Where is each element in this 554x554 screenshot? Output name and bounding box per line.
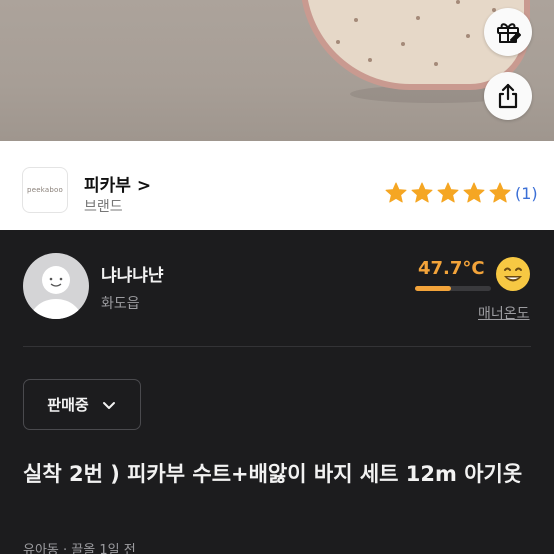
manner-temperature-link[interactable]: 매너온도 <box>478 303 530 323</box>
seller-avatar[interactable] <box>23 253 89 319</box>
default-avatar-icon <box>30 266 82 319</box>
sale-status-label: 판매중 <box>47 396 89 414</box>
manner-temperature: 47.7°C <box>418 258 485 279</box>
star-icon <box>463 182 485 203</box>
share-button[interactable] <box>484 72 532 120</box>
star-icon <box>411 182 433 203</box>
section-divider <box>23 346 531 347</box>
brand-logo-text: peekaboo <box>27 186 63 194</box>
listing-title: 실착 2번 ) 피카부 수트+배앓이 바지 세트 12m 아기옷 <box>23 462 523 486</box>
star-icon <box>489 182 511 203</box>
share-icon <box>498 83 518 109</box>
temperature-bar-fill <box>415 286 452 291</box>
rating-stars <box>384 181 512 205</box>
rating-count[interactable]: (1) <box>515 184 538 203</box>
gift-button[interactable] <box>484 8 532 56</box>
product-detail-screen: peekaboo 피카부 > 브랜드 (1) 냐냐냐냔 화도읍 47.7°C 매… <box>0 0 554 554</box>
star-icon <box>437 182 459 203</box>
star-icon <box>385 182 407 203</box>
temperature-bar <box>415 286 491 291</box>
sale-status-dropdown[interactable]: 판매중 <box>23 379 141 430</box>
seller-location: 화도읍 <box>101 296 140 312</box>
chevron-down-icon <box>102 401 115 409</box>
listing-meta: 유아동 · 끌올 1일 전 <box>23 543 136 554</box>
brand-subtitle: 브랜드 <box>84 199 123 215</box>
gift-icon <box>497 23 521 43</box>
brand-logo[interactable]: peekaboo <box>22 167 68 213</box>
product-image[interactable] <box>0 0 554 141</box>
seller-name[interactable]: 냐냐냐냔 <box>101 261 164 286</box>
smiling-face-icon <box>496 257 530 291</box>
brand-name-link[interactable]: 피카부 > <box>84 171 151 196</box>
